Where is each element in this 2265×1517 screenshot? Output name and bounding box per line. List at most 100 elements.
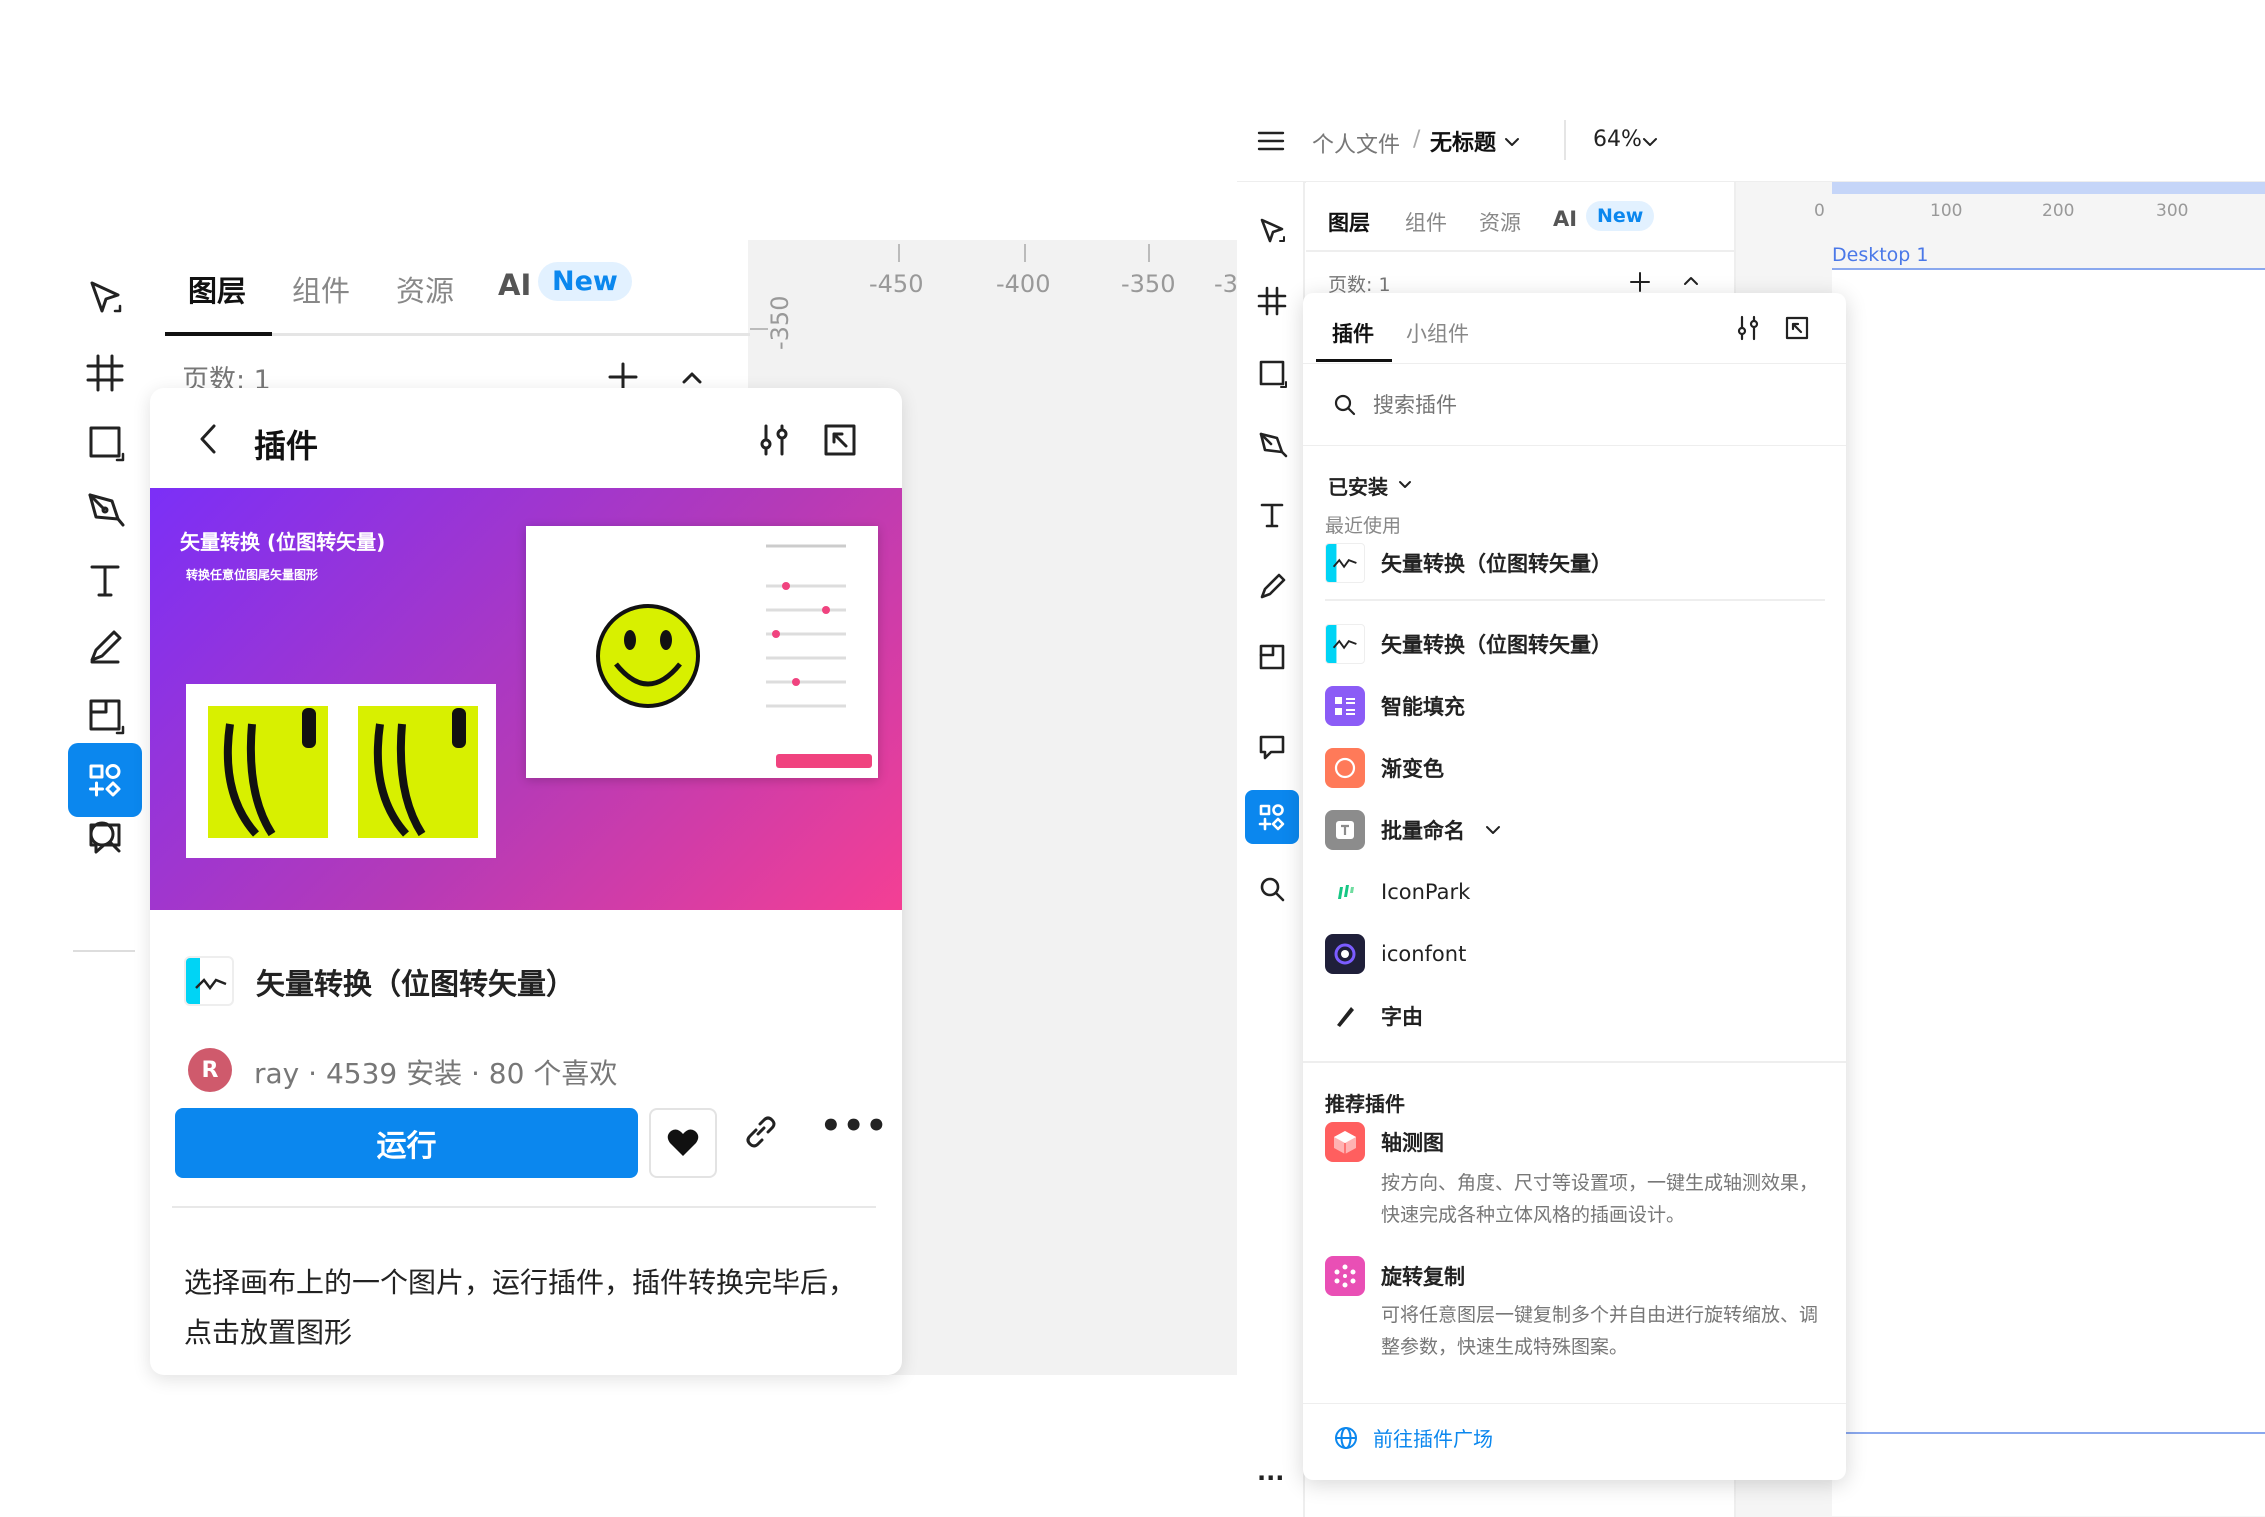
vertical-ruler-tick: -350 (766, 295, 794, 350)
pencil-tool[interactable] (1245, 560, 1299, 614)
pen-icon (1255, 428, 1289, 462)
frame-tool[interactable] (1245, 274, 1299, 328)
batch-rename-icon (1325, 810, 1365, 850)
pencil-icon (1255, 570, 1289, 604)
cursor-icon (1255, 214, 1289, 248)
plugin-settings-button[interactable] (1733, 313, 1763, 343)
back-button[interactable] (192, 420, 226, 458)
divider (1303, 363, 1846, 364)
list-item[interactable]: 智能填充 (1325, 681, 1825, 731)
globe-icon (1333, 1425, 1359, 1451)
chevron-down-icon[interactable] (1396, 476, 1414, 494)
plugin-tool[interactable] (1245, 790, 1299, 844)
tab-divider (1306, 250, 1736, 252)
run-button[interactable]: 运行 (175, 1108, 638, 1178)
plugin-name: 批量命名 (1381, 819, 1465, 843)
plugin-settings-button[interactable] (754, 420, 794, 460)
plugin-name: iconfont (1381, 942, 1467, 966)
vector-convert-icon (1325, 624, 1365, 664)
list-item[interactable]: IconPark (1325, 867, 1825, 917)
list-item[interactable]: 轴测图 (1325, 1117, 1825, 1167)
frame-border (1832, 1432, 2265, 1434)
list-item[interactable]: 渐变色 (1325, 743, 1825, 793)
plugin-banner: 矢量转换 (位图转矢量) 转换任意位图尾矢量图形 (150, 488, 902, 910)
copy-link-button[interactable] (740, 1110, 782, 1152)
frame-tool[interactable] (63, 333, 147, 413)
plugin-name: 矢量转换（位图转矢量） (1381, 552, 1612, 576)
search-icon (1331, 391, 1359, 419)
rotate-copy-icon (1325, 1256, 1365, 1296)
comment-tool[interactable] (1245, 720, 1299, 774)
search-input[interactable] (1373, 385, 1813, 425)
collapse-pages-button[interactable] (1680, 270, 1702, 292)
collapse-panel-button[interactable] (820, 420, 860, 460)
banner-ui-preview (526, 526, 878, 778)
banner-before-image (186, 684, 496, 858)
horizontal-ruler: -450 -400 -350 -3 (774, 244, 1238, 304)
search-tool[interactable] (1245, 862, 1299, 916)
plugins-icon (1256, 801, 1288, 833)
plugin-store-link[interactable]: 前往插件广场 (1333, 1423, 1493, 1452)
plugin-header-title: 插件 (254, 427, 319, 465)
plugin-name: 字由 (1381, 1005, 1423, 1029)
tab-assets[interactable]: 资源 (396, 268, 454, 310)
tab-plugins[interactable]: 插件 (1332, 318, 1374, 348)
tab-ai[interactable]: AI (1553, 207, 1577, 231)
menu-button[interactable] (1256, 126, 1286, 156)
collapse-icon (820, 420, 860, 460)
more-tools-button[interactable]: ··· (1257, 1464, 1284, 1492)
list-item[interactable]: 批量命名 (1325, 805, 1825, 855)
list-item[interactable]: 旋转复制 (1325, 1251, 1825, 1301)
list-item[interactable]: 矢量转换（位图转矢量） (1325, 619, 1825, 669)
divider (1303, 445, 1846, 446)
recent-label: 最近使用 (1325, 515, 1402, 537)
tab-assets[interactable]: 资源 (1479, 207, 1521, 237)
smart-fill-icon (1325, 686, 1365, 726)
breadcrumb-parent[interactable]: 个人文件 (1312, 127, 1400, 159)
zoom-level[interactable]: 64% (1593, 127, 1642, 152)
pen-tool[interactable] (1245, 418, 1299, 472)
tab-layers[interactable]: 图层 (1328, 207, 1370, 237)
desktop-frame[interactable] (1832, 268, 2265, 1516)
file-title[interactable]: 无标题 (1430, 125, 1496, 157)
like-button[interactable] (649, 1108, 717, 1178)
list-item[interactable]: 矢量转换（位图转矢量） (1325, 538, 1825, 588)
divider (1303, 1403, 1846, 1404)
chevron-down-icon[interactable] (1483, 820, 1503, 840)
vector-convert-icon (1325, 543, 1365, 583)
text-tool[interactable] (1245, 488, 1299, 542)
isometric-icon (1325, 1122, 1365, 1162)
list-item[interactable]: iconfont (1325, 929, 1825, 979)
plugin-panel: 插件 小组件 已安装 最近使用 矢量转换（位图转矢量） 矢量转换（位图转矢量） … (1303, 293, 1846, 1480)
frame-label[interactable]: Desktop 1 (1832, 244, 1928, 266)
tab-widgets[interactable]: 小组件 (1406, 318, 1469, 348)
tab-ai[interactable]: AI (498, 268, 531, 302)
collapse-panel-button[interactable] (1782, 313, 1812, 343)
more-options-button[interactable]: ••• (820, 1106, 888, 1146)
author-stats: ray · 4539 安装 · 80 个喜欢 (254, 1057, 618, 1090)
tab-components[interactable]: 组件 (1405, 207, 1447, 237)
avatar: R (188, 1048, 232, 1092)
heart-icon (666, 1128, 700, 1158)
plugin-name: 轴测图 (1381, 1131, 1444, 1155)
gradient-icon (1325, 748, 1365, 788)
right-toolbar: ··· (1237, 182, 1305, 1517)
tab-components[interactable]: 组件 (292, 268, 350, 310)
chevron-down-icon[interactable] (1502, 132, 1522, 152)
hash-icon (82, 350, 128, 396)
list-item[interactable]: 字由 (1325, 991, 1825, 1041)
plugin-name: 旋转复制 (1381, 1265, 1465, 1289)
slice-tool[interactable] (1245, 630, 1299, 684)
ruler-tick: 200 (2042, 201, 2075, 221)
tab-layers[interactable]: 图层 (188, 268, 246, 310)
search-icon (1255, 872, 1289, 906)
zoom-chevron-down-icon[interactable] (1640, 132, 1660, 152)
search-tool[interactable] (63, 797, 147, 877)
pen-tool[interactable] (63, 470, 147, 550)
rectangle-tool[interactable] (1245, 346, 1299, 400)
move-tool[interactable] (1245, 204, 1299, 258)
move-tool[interactable] (63, 258, 147, 338)
sliders-icon (1733, 313, 1763, 343)
add-page-button[interactable] (1628, 270, 1652, 294)
installed-filter[interactable]: 已安装 (1328, 471, 1388, 500)
